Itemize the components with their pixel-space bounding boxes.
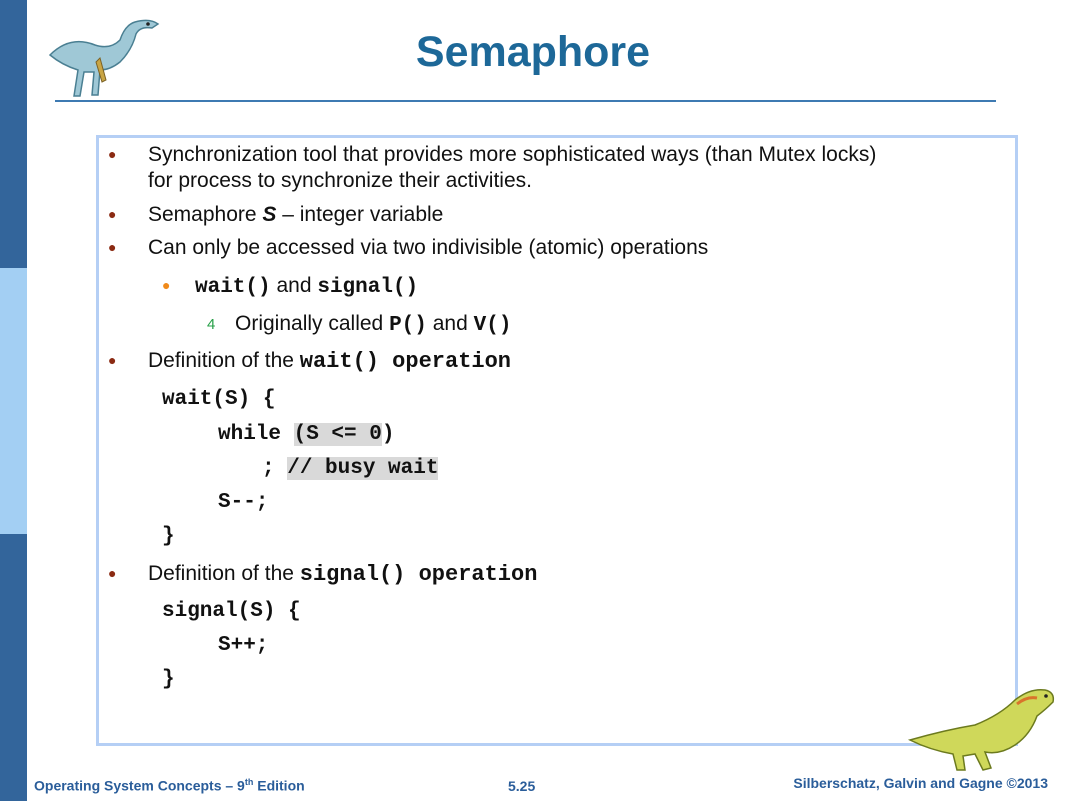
v-op: V()	[473, 314, 512, 337]
bullet-dot: ●	[108, 565, 117, 581]
sub-sub-bullet: Originally called P() and V()	[235, 311, 511, 339]
bullet-dot: ●	[108, 239, 117, 255]
bullet-3: Can only be accessed via two indivisible…	[148, 236, 709, 259]
wait-op: wait()	[195, 276, 271, 299]
left-accent-highlight	[0, 268, 27, 534]
bullet-5-code: signal() operation	[299, 562, 538, 587]
sub-bullet-operations: wait() and signal()	[195, 273, 418, 301]
code-close-paren: )	[381, 423, 395, 446]
bullet-dot: ●	[108, 206, 117, 222]
footer-authors: Silberschatz, Galvin and Gagne ©2013	[793, 775, 1048, 791]
code-line: }	[162, 668, 175, 691]
code-line: S--;	[218, 491, 269, 514]
p-op: P()	[389, 314, 427, 337]
signal-op: signal()	[317, 276, 419, 299]
code-while: while	[218, 423, 294, 446]
code-semicolon: ;	[262, 457, 288, 480]
bullet-1-line-2: for process to synchronize their activit…	[148, 169, 532, 192]
bullet-2-suffix: – integer variable	[276, 203, 444, 226]
dinosaur-logo-bottom	[907, 688, 1055, 771]
code-line: }	[162, 525, 175, 548]
sub-bullet-dot: ●	[162, 277, 171, 293]
code-line: ; // busy wait	[262, 457, 439, 480]
code-line: wait(S) {	[162, 388, 276, 411]
sub-and: and	[270, 274, 318, 297]
code-condition: (S <= 0	[293, 423, 382, 446]
title-divider	[55, 100, 996, 102]
sub-sub-text: Originally called	[235, 312, 390, 335]
bullet-2-prefix: Semaphore	[148, 203, 263, 226]
bullet-4: Definition of the wait() operation	[148, 348, 511, 375]
bullet-dot: ●	[108, 146, 117, 162]
semaphore-symbol: S	[262, 203, 277, 226]
bullet-5: Definition of the signal() operation	[148, 561, 537, 588]
code-line: while (S <= 0)	[218, 423, 394, 446]
footer-page-number: 5.25	[508, 778, 536, 794]
code-line: signal(S) {	[162, 600, 301, 623]
footer-book-title: Operating System Concepts – 9th Edition	[34, 777, 305, 794]
code-comment: // busy wait	[287, 457, 439, 480]
slide-title: Semaphore	[415, 28, 651, 76]
bullet-2: Semaphore S – integer variable	[148, 202, 443, 228]
bullet-5-prefix: Definition of the	[148, 562, 300, 585]
code-line: S++;	[218, 634, 269, 657]
bullet-1-line-1: Synchronization tool that provides more …	[148, 143, 877, 166]
bullet-dot: ●	[108, 352, 117, 368]
bullet-4-prefix: Definition of the	[148, 349, 300, 372]
sub-sub-marker: 4	[207, 316, 216, 333]
footer-book-prefix: Operating System Concepts – 9	[34, 777, 245, 794]
footer-book-suffix: Edition	[253, 777, 305, 794]
sub-sub-and: and	[426, 312, 474, 335]
bullet-4-code: wait() operation	[299, 349, 511, 374]
